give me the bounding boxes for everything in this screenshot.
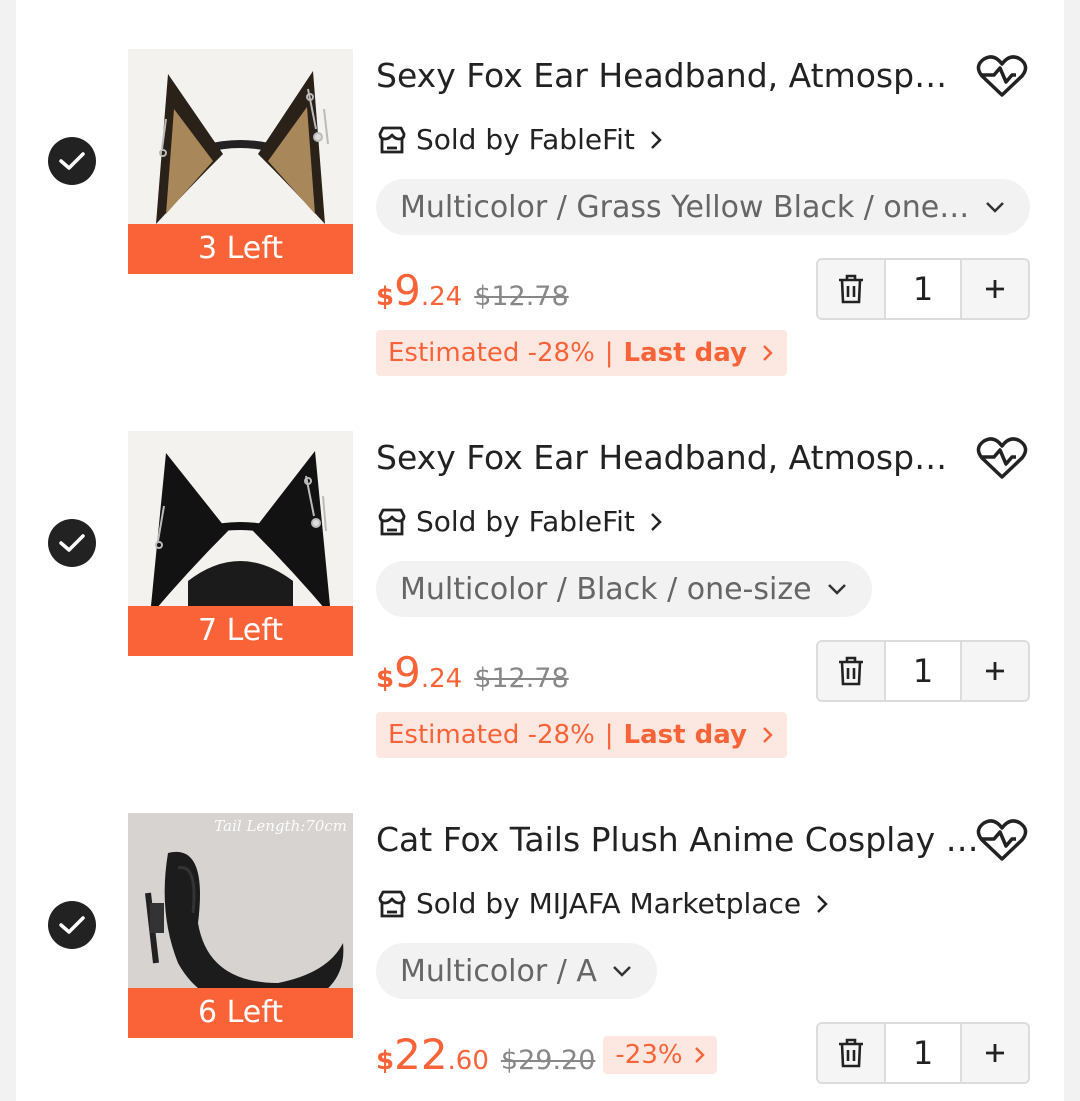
promo-deadline: Last day bbox=[623, 338, 747, 368]
promo-estimated: Estimated -28% bbox=[388, 720, 595, 750]
plus-icon bbox=[986, 1044, 1004, 1062]
increase-quantity-button[interactable] bbox=[962, 260, 1028, 318]
seller-name: Sold by FableFit bbox=[416, 123, 635, 156]
product-image[interactable]: 3 Left bbox=[128, 49, 353, 274]
price-currency: $ bbox=[376, 1046, 395, 1076]
quantity-value[interactable]: 1 bbox=[884, 1024, 962, 1082]
price-integer: 22 bbox=[394, 1030, 448, 1079]
trash-icon bbox=[839, 1038, 863, 1068]
variant-selector[interactable]: Multicolor / Black / one-size bbox=[376, 561, 872, 617]
price-currency: $ bbox=[376, 282, 395, 312]
discount-tag[interactable]: -23% bbox=[603, 1035, 717, 1074]
chevron-right-icon bbox=[651, 513, 662, 531]
cart-item: 7 Left Sexy Fox Ear Headband, Atmospheri… bbox=[16, 382, 1064, 764]
variant-text: Multicolor / A bbox=[400, 953, 597, 989]
original-price: $29.20 bbox=[500, 1045, 596, 1076]
select-item-checkbox[interactable] bbox=[48, 137, 96, 185]
delete-button[interactable] bbox=[818, 1024, 884, 1082]
seller-name: Sold by MIJAFA Marketplace bbox=[416, 887, 802, 920]
variant-text: Multicolor / Grass Yellow Black / one-si… bbox=[400, 189, 970, 225]
trash-icon bbox=[839, 274, 863, 304]
price-decimal: .60 bbox=[447, 1046, 489, 1076]
check-icon bbox=[59, 152, 85, 170]
chevron-right-icon bbox=[694, 1046, 705, 1063]
seller-link[interactable]: Sold by MIJAFA Marketplace bbox=[376, 886, 831, 922]
price-currency: $ bbox=[376, 664, 395, 694]
promo-banner[interactable]: Estimated -28% | Last day bbox=[376, 712, 787, 758]
quantity-stepper: 1 bbox=[816, 258, 1030, 320]
promo-separator: | bbox=[604, 338, 614, 368]
seller-link[interactable]: Sold by FableFit bbox=[376, 122, 665, 158]
product-image[interactable]: 7 Left bbox=[128, 431, 353, 656]
heart-wishlist-icon[interactable] bbox=[976, 436, 1028, 482]
promo-estimated: Estimated -28% bbox=[388, 338, 595, 368]
promo-separator: | bbox=[604, 720, 614, 750]
image-caption: Tail Length:70cm bbox=[214, 817, 347, 835]
promo-banner[interactable]: Estimated -28% | Last day bbox=[376, 330, 787, 376]
check-icon bbox=[59, 534, 85, 552]
price-block: $ 9 .24 $12.78 bbox=[376, 648, 569, 697]
chevron-right-icon bbox=[817, 895, 828, 913]
plus-icon bbox=[986, 280, 1004, 298]
chevron-right-icon bbox=[763, 727, 773, 743]
quantity-value[interactable]: 1 bbox=[884, 642, 962, 700]
cart-item: 3 Left Sexy Fox Ear Headband, Atmospheri… bbox=[16, 0, 1064, 382]
delete-button[interactable] bbox=[818, 642, 884, 700]
plus-icon bbox=[986, 662, 1004, 680]
price-block: $ 9 .24 $12.78 bbox=[376, 266, 569, 315]
variant-selector[interactable]: Multicolor / A bbox=[376, 943, 657, 999]
store-icon bbox=[378, 890, 406, 918]
increase-quantity-button[interactable] bbox=[962, 1024, 1028, 1082]
stock-label: 3 Left bbox=[128, 224, 353, 274]
promo-deadline: Last day bbox=[623, 720, 747, 750]
discount-value: -23% bbox=[615, 1039, 683, 1070]
stock-label: 6 Left bbox=[128, 988, 353, 1038]
select-item-checkbox[interactable] bbox=[48, 901, 96, 949]
price-integer: 9 bbox=[394, 266, 421, 315]
delete-button[interactable] bbox=[818, 260, 884, 318]
heart-wishlist-icon[interactable] bbox=[976, 54, 1028, 100]
price-decimal: .24 bbox=[420, 282, 463, 312]
chevron-down-icon bbox=[986, 202, 1004, 213]
quantity-stepper: 1 bbox=[816, 1022, 1030, 1084]
quantity-stepper: 1 bbox=[816, 640, 1030, 702]
check-icon bbox=[59, 916, 85, 934]
select-item-checkbox[interactable] bbox=[48, 519, 96, 567]
seller-name: Sold by FableFit bbox=[416, 505, 635, 538]
price-decimal: .24 bbox=[420, 664, 463, 694]
original-price: $12.78 bbox=[474, 281, 569, 312]
price-block: $ 22 .60 $29.20 -23% bbox=[376, 1030, 717, 1079]
stock-label: 7 Left bbox=[128, 606, 353, 656]
seller-link[interactable]: Sold by FableFit bbox=[376, 504, 665, 540]
variant-text: Multicolor / Black / one-size bbox=[400, 571, 812, 607]
increase-quantity-button[interactable] bbox=[962, 642, 1028, 700]
price-integer: 9 bbox=[394, 648, 421, 697]
cart-item: Tail Length:70cm 6 Left Cat Fox Tails Pl… bbox=[16, 764, 1064, 1101]
chevron-down-icon bbox=[613, 966, 631, 977]
chevron-down-icon bbox=[827, 584, 846, 595]
chevron-right-icon bbox=[651, 131, 662, 149]
quantity-value[interactable]: 1 bbox=[884, 260, 962, 318]
original-price: $12.78 bbox=[474, 663, 569, 694]
store-icon bbox=[378, 126, 406, 154]
product-image[interactable]: Tail Length:70cm 6 Left bbox=[128, 813, 353, 1038]
heart-wishlist-icon[interactable] bbox=[976, 818, 1028, 864]
product-title[interactable]: Cat Fox Tails Plush Anime Cosplay Bikini… bbox=[376, 819, 981, 861]
variant-selector[interactable]: Multicolor / Grass Yellow Black / one-si… bbox=[376, 179, 1030, 235]
product-title[interactable]: Sexy Fox Ear Headband, Atmospheric Furry… bbox=[376, 437, 966, 479]
product-title[interactable]: Sexy Fox Ear Headband, Atmospheric Furry… bbox=[376, 55, 966, 97]
chevron-right-icon bbox=[763, 345, 773, 361]
store-icon bbox=[378, 508, 406, 536]
trash-icon bbox=[839, 656, 863, 686]
cart-list: 3 Left Sexy Fox Ear Headband, Atmospheri… bbox=[16, 0, 1064, 1101]
